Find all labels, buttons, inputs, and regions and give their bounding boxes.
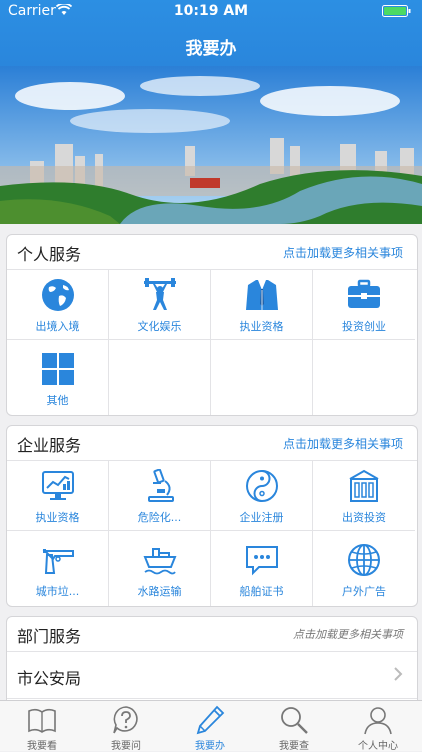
service-investment[interactable]: 投资创业 [313, 270, 415, 340]
service-ship-certificate[interactable]: 船舶证书 [211, 531, 313, 606]
service-label: 执业资格 [35, 511, 80, 524]
service-exit-entry[interactable]: 出境入境 [7, 270, 109, 340]
service-label: 出境入境 [35, 320, 80, 333]
status-bar: Carrier 10:19 AM [0, 0, 422, 22]
page-title: 我要办 [185, 39, 237, 59]
card-header: 个人服务 点击加载更多相关事项 [7, 235, 417, 270]
briefcase-icon [348, 279, 380, 308]
card-header: 部门服务 点击加载更多相关事项 [7, 617, 417, 652]
service-label: 投资创业 [342, 320, 386, 333]
header: Carrier 10:19 AM 我要办 [0, 0, 422, 66]
yin-yang-icon [246, 470, 278, 502]
section-title: 部门服务 [17, 627, 82, 646]
enterprise-services-card: 企业服务 点击加载更多相关事项 执业资格 危险化... 企业注册 出资投资 城市… [6, 425, 418, 607]
book-icon [28, 708, 56, 733]
service-qualification[interactable]: 执业资格 [211, 270, 313, 340]
service-hazardous-chemicals[interactable]: 危险化... [109, 461, 211, 531]
service-label: 出资投资 [342, 511, 386, 524]
search-icon [281, 707, 308, 734]
service-qualification[interactable]: 执业资格 [7, 461, 109, 531]
ship-icon [143, 548, 177, 575]
service-label: 企业注册 [239, 511, 284, 524]
section-title: 个人服务 [17, 245, 82, 264]
battery-icon [382, 5, 411, 17]
load-more-link[interactable]: 点击加载更多相关事项 [293, 626, 403, 642]
city-banner-image [0, 66, 422, 224]
question-icon [113, 706, 138, 734]
empty-cell [313, 340, 415, 415]
microscope-icon [148, 469, 174, 502]
section-title: 企业服务 [17, 436, 82, 455]
service-label: 户外广告 [342, 585, 386, 598]
weightlifter-icon [144, 278, 176, 310]
service-label: 城市垃... [35, 585, 80, 598]
tab-ask[interactable]: 我要问 [84, 701, 168, 752]
service-label: 执业资格 [239, 320, 284, 333]
service-waterway-transport[interactable]: 水路运输 [109, 531, 211, 606]
building-icon [349, 469, 379, 502]
personal-services-card: 个人服务 点击加载更多相关事项 出境入境 文化娱乐 执业资格 投资创业 其他 [6, 234, 418, 416]
card-header: 企业服务 点击加载更多相关事项 [7, 426, 417, 461]
service-label: 文化娱乐 [137, 320, 182, 333]
service-city-waste[interactable]: 城市垃... [7, 531, 109, 606]
gun-icon [42, 549, 74, 574]
chevron-right-icon [394, 667, 403, 681]
chat-bubble-icon [246, 546, 278, 576]
load-more-link[interactable]: 点击加载更多相关事项 [283, 435, 403, 452]
service-label: 其他 [46, 394, 69, 407]
service-label: 危险化... [137, 511, 182, 524]
service-culture[interactable]: 文化娱乐 [109, 270, 211, 340]
tab-handle[interactable]: 我要办 [168, 701, 252, 752]
pencil-icon [196, 705, 225, 735]
person-icon [364, 707, 392, 735]
service-outdoor-advertising[interactable]: 户外广告 [313, 531, 415, 606]
tab-bar: 我要看 我要问 我要办 我要查 个人中心 [0, 700, 422, 752]
service-capital-investment[interactable]: 出资投资 [313, 461, 415, 531]
service-label: 水路运输 [137, 585, 182, 598]
tab-search[interactable]: 我要查 [252, 701, 336, 752]
tab-profile[interactable]: 个人中心 [336, 701, 420, 752]
clock: 10:19 AM [173, 3, 249, 19]
service-enterprise-registration[interactable]: 企业注册 [211, 461, 313, 531]
empty-cell [211, 340, 313, 415]
department-item-public-security[interactable]: 市公安局 [7, 652, 417, 699]
service-label: 船舶证书 [239, 585, 284, 598]
empty-cell [109, 340, 211, 415]
load-more-link[interactable]: 点击加载更多相关事项 [283, 244, 403, 261]
chart-monitor-icon [42, 471, 74, 500]
department-name: 市公安局 [17, 669, 82, 688]
globe-outline-icon [348, 544, 380, 576]
suit-icon [246, 280, 278, 310]
service-other[interactable]: 其他 [7, 340, 109, 415]
globe-icon [42, 279, 74, 311]
tab-view[interactable]: 我要看 [0, 701, 84, 752]
grid-icon [42, 353, 74, 385]
